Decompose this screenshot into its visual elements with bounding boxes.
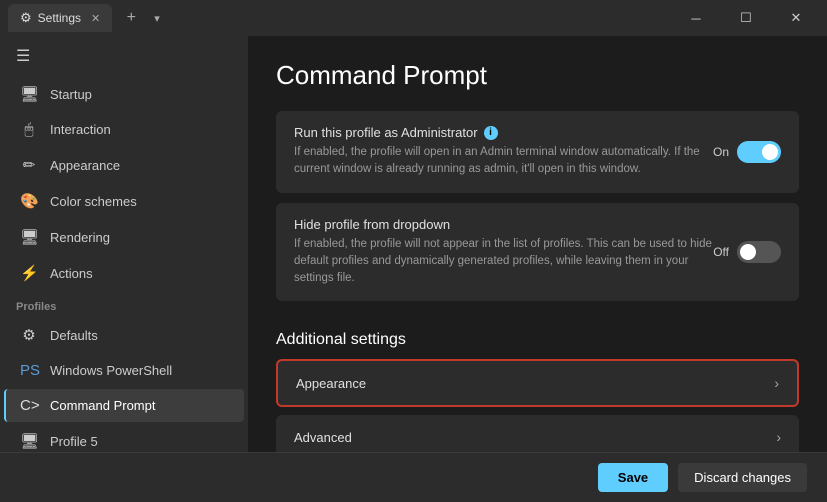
powershell-icon: PS xyxy=(20,362,38,379)
run-as-admin-row: Run this profile as Administrator i If e… xyxy=(276,111,799,193)
hamburger-menu[interactable]: ☰ xyxy=(0,36,248,76)
discard-changes-button[interactable]: Discard changes xyxy=(678,463,807,492)
interaction-icon: 🖱 xyxy=(20,121,38,138)
additional-settings-title: Additional settings xyxy=(276,331,799,349)
settings-tab-label: Settings xyxy=(38,11,81,25)
hide-dropdown-info: Hide profile from dropdown If enabled, t… xyxy=(294,217,713,288)
tab-dropdown-button[interactable]: ▾ xyxy=(150,10,164,27)
color-schemes-icon: 🎨 xyxy=(20,192,38,210)
sidebar-item-actions-label: Actions xyxy=(50,266,93,281)
title-bar: ⚙ Settings ✕ + ▾ ─ ☐ ✕ xyxy=(0,0,827,36)
sidebar-item-actions[interactable]: ⚡ Actions xyxy=(4,256,244,290)
run-as-admin-toggle-track xyxy=(737,141,781,163)
hide-dropdown-row: Hide profile from dropdown If enabled, t… xyxy=(276,203,799,302)
sidebar-item-defaults[interactable]: ⚙ Defaults xyxy=(4,318,244,352)
run-as-admin-toggle[interactable] xyxy=(737,141,781,163)
advanced-chevron-icon: › xyxy=(776,429,781,445)
sidebar-item-interaction-label: Interaction xyxy=(50,122,111,137)
appearance-icon: ✏ xyxy=(20,156,38,174)
sidebar-item-color-schemes[interactable]: 🎨 Color schemes xyxy=(4,184,244,218)
hide-dropdown-label: Hide profile from dropdown xyxy=(294,217,713,232)
startup-icon: 🖥 xyxy=(20,85,38,103)
sidebar-item-powershell[interactable]: PS Windows PowerShell xyxy=(4,354,244,387)
maximize-button[interactable]: ☐ xyxy=(723,4,769,32)
profile5-icon: 🖥 xyxy=(20,432,38,450)
rendering-icon: 🖥 xyxy=(20,228,38,246)
sidebar-item-profile5-label: Profile 5 xyxy=(50,434,98,449)
sidebar-item-rendering-label: Rendering xyxy=(50,230,110,245)
sidebar-item-appearance-label: Appearance xyxy=(50,158,120,173)
run-as-admin-info: Run this profile as Administrator i If e… xyxy=(294,125,713,179)
hide-dropdown-toggle-label: Off xyxy=(713,245,729,259)
sidebar-item-appearance[interactable]: ✏ Appearance xyxy=(4,148,244,182)
close-button[interactable]: ✕ xyxy=(773,4,819,32)
sidebar-item-profile5[interactable]: 🖥 Profile 5 xyxy=(4,424,244,452)
sidebar-item-defaults-label: Defaults xyxy=(50,328,98,343)
content-area: Command Prompt Run this profile as Admin… xyxy=(248,36,827,452)
new-tab-button[interactable]: + xyxy=(118,5,144,31)
run-as-admin-label: Run this profile as Administrator i xyxy=(294,125,713,140)
footer-bar: Save Discard changes xyxy=(0,452,827,502)
settings-tab-close[interactable]: ✕ xyxy=(91,12,100,25)
actions-icon: ⚡ xyxy=(20,264,38,282)
window-controls: ─ ☐ ✕ xyxy=(673,4,819,32)
sidebar-item-startup-label: Startup xyxy=(50,87,92,102)
sidebar-item-cmd-label: Command Prompt xyxy=(50,398,155,413)
appearance-chevron-icon: › xyxy=(774,375,779,391)
run-as-admin-desc: If enabled, the profile will open in an … xyxy=(294,144,713,179)
sidebar-item-cmd[interactable]: C> Command Prompt xyxy=(4,389,244,422)
run-as-admin-toggle-thumb xyxy=(762,144,778,160)
settings-tab[interactable]: ⚙ Settings ✕ xyxy=(8,4,112,32)
profiles-section-label: Profiles xyxy=(0,291,248,317)
appearance-expandable-label: Appearance xyxy=(296,376,366,391)
hide-dropdown-toggle-container: Off xyxy=(713,241,781,263)
advanced-expandable-label: Advanced xyxy=(294,430,352,445)
hide-dropdown-toggle-track xyxy=(737,241,781,263)
appearance-expandable-row[interactable]: Appearance › xyxy=(276,359,799,407)
hide-dropdown-toggle[interactable] xyxy=(737,241,781,263)
save-button[interactable]: Save xyxy=(598,463,668,492)
defaults-icon: ⚙ xyxy=(20,326,38,344)
run-as-admin-toggle-container: On xyxy=(713,141,781,163)
advanced-expandable-row[interactable]: Advanced › xyxy=(276,415,799,452)
minimize-button[interactable]: ─ xyxy=(673,4,719,32)
title-bar-left: ⚙ Settings ✕ + ▾ xyxy=(8,4,667,32)
sidebar-item-color-schemes-label: Color schemes xyxy=(50,194,137,209)
sidebar-item-startup[interactable]: 🖥 Startup xyxy=(4,77,244,111)
sidebar-item-rendering[interactable]: 🖥 Rendering xyxy=(4,220,244,254)
cmd-icon: C> xyxy=(20,397,38,414)
page-title: Command Prompt xyxy=(276,60,799,91)
sidebar-item-interaction[interactable]: 🖱 Interaction xyxy=(4,113,244,146)
run-as-admin-info-icon[interactable]: i xyxy=(484,126,498,140)
hide-dropdown-toggle-thumb xyxy=(740,244,756,260)
sidebar: ☰ 🖥 Startup 🖱 Interaction ✏ Appearance 🎨… xyxy=(0,36,248,452)
run-as-admin-toggle-label: On xyxy=(713,145,729,159)
settings-tab-icon: ⚙ xyxy=(20,10,32,26)
main-layout: ☰ 🖥 Startup 🖱 Interaction ✏ Appearance 🎨… xyxy=(0,36,827,452)
sidebar-item-powershell-label: Windows PowerShell xyxy=(50,363,172,378)
hide-dropdown-desc: If enabled, the profile will not appear … xyxy=(294,236,713,288)
